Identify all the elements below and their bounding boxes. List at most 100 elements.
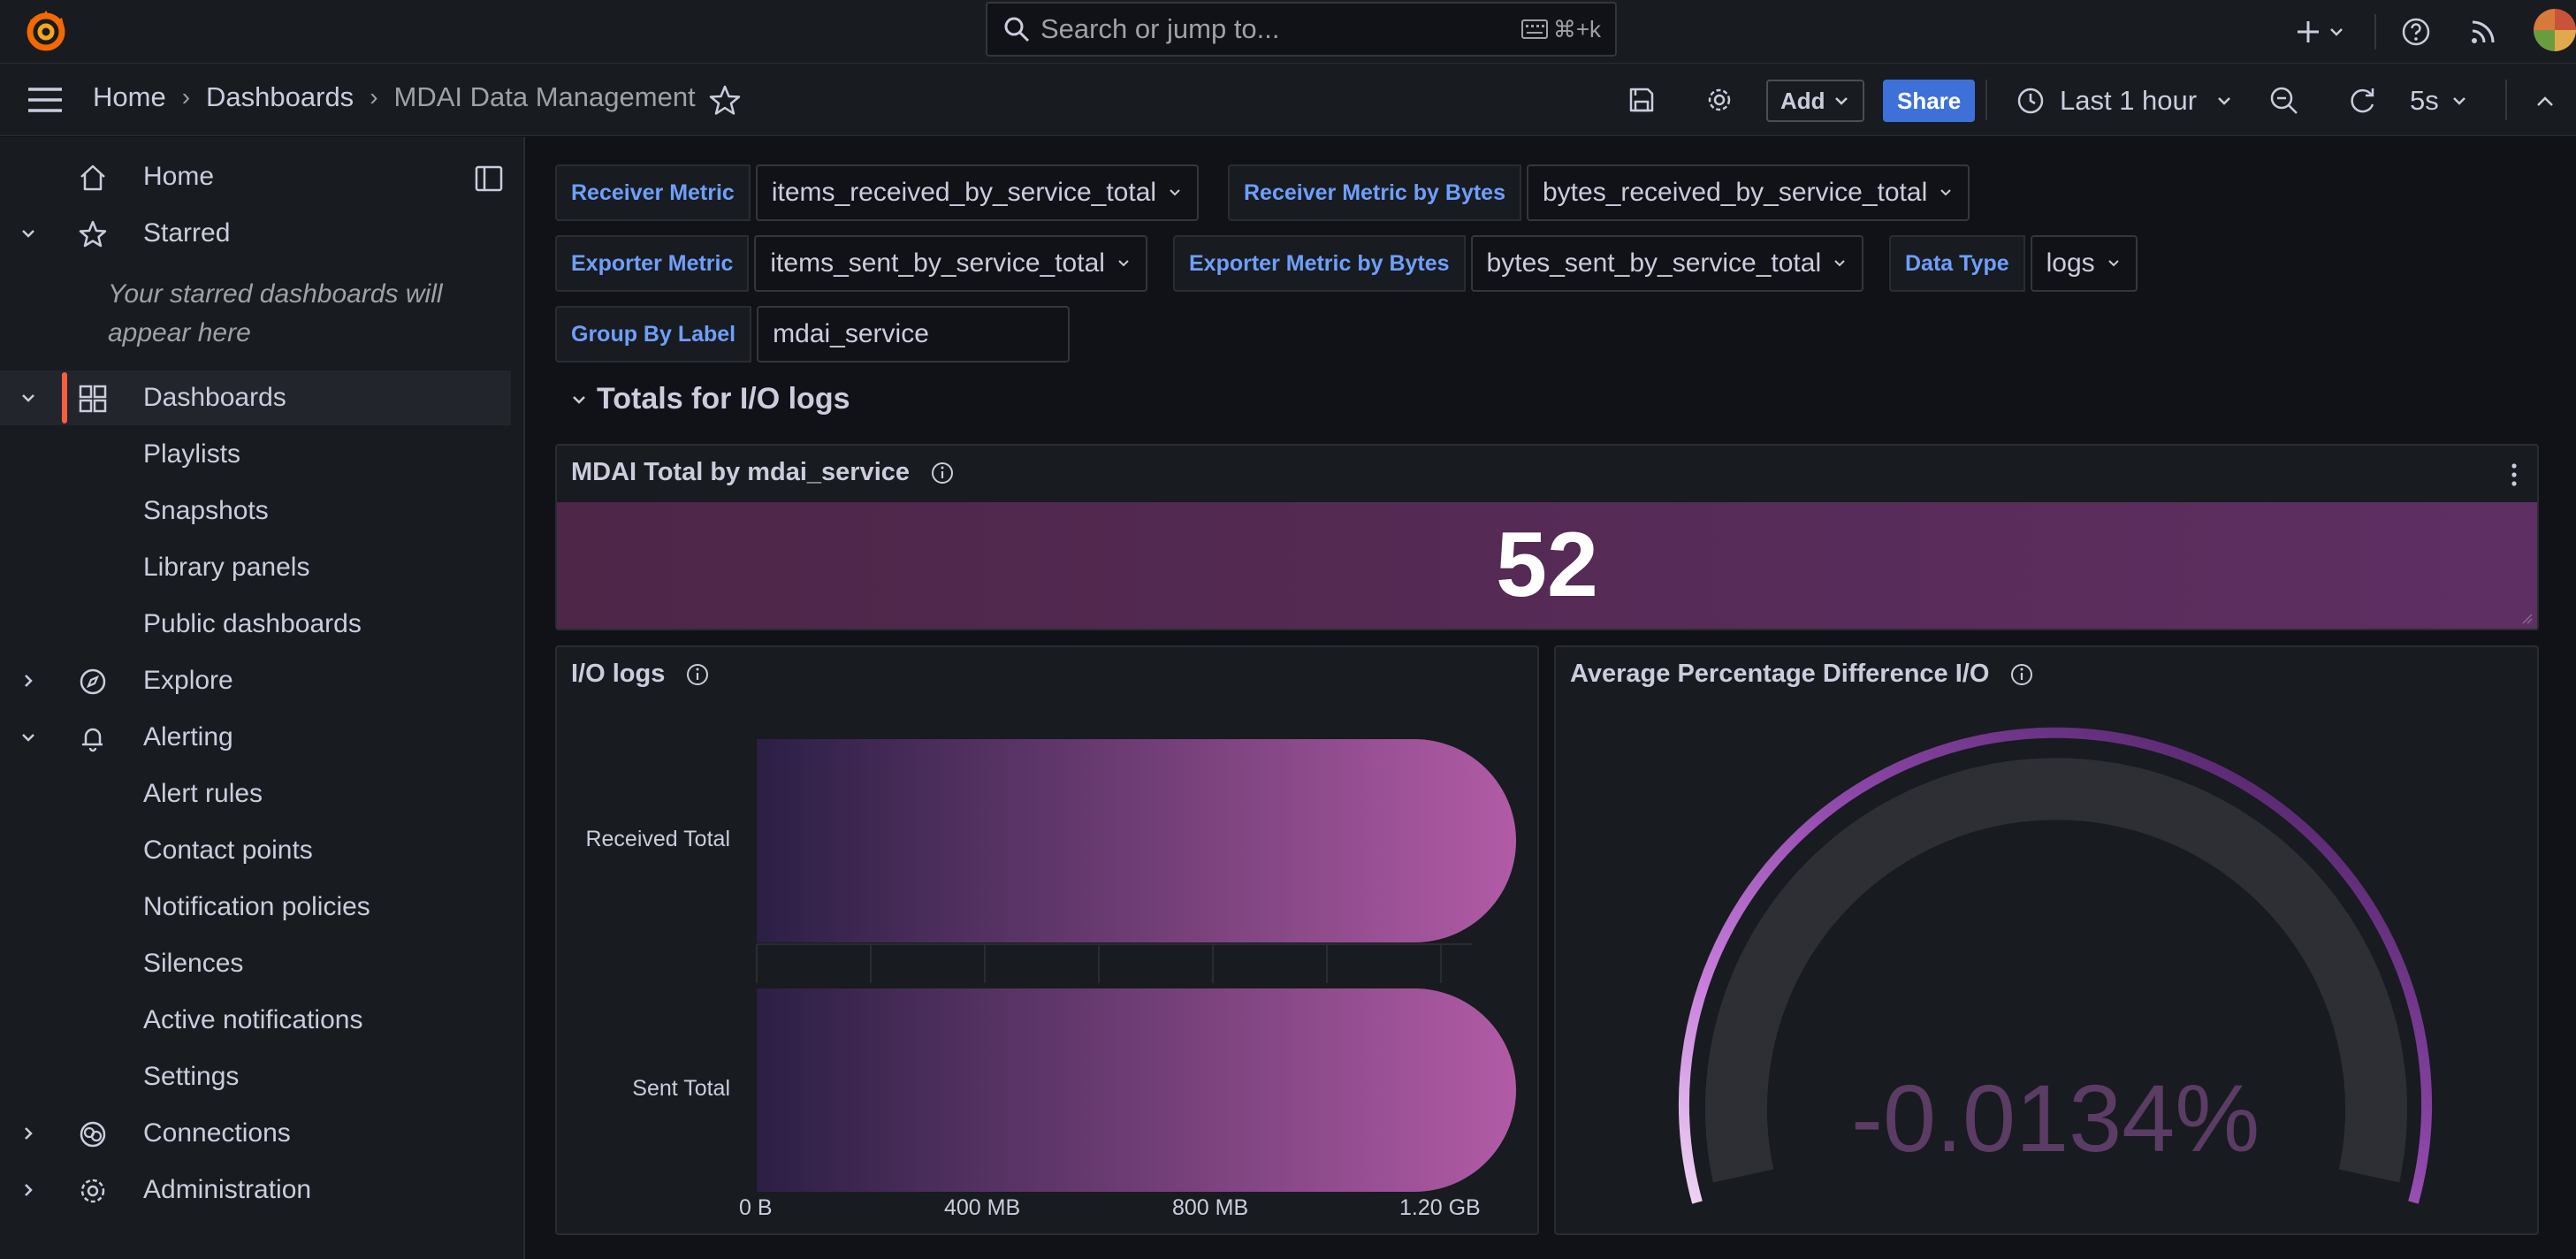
help-button[interactable] [2401, 9, 2431, 55]
sidebar-item-silences[interactable]: Silences [0, 936, 511, 991]
sidebar-item-label: Alerting [143, 722, 233, 752]
sidebar-item-label: Contact points [143, 836, 313, 865]
menu-icon[interactable] [27, 85, 64, 115]
sidebar-item-explore[interactable]: Explore [0, 653, 511, 708]
zoom-out-icon[interactable] [2268, 85, 2300, 117]
sidebar-item-label: Public dashboards [143, 609, 362, 638]
refresh-interval-label: 5s [2410, 85, 2439, 116]
info-icon[interactable] [684, 661, 711, 688]
connections-icon [80, 1121, 106, 1148]
chevron-down-icon [2218, 97, 2230, 105]
bell-icon [81, 728, 103, 752]
search-shortcut: ⌘+k [1520, 15, 1601, 43]
panel-menu-icon[interactable] [2504, 462, 2525, 488]
row-header[interactable]: Totals for I/O logs [570, 382, 850, 416]
variable-group-by-label: Group By Label mdai_service [555, 306, 1071, 362]
search-input[interactable]: Search or jump to... ⌘+k [986, 2, 1617, 57]
breadcrumb-dashboards[interactable]: Dashboards [206, 81, 354, 113]
sidebar-item-notification-policies[interactable]: Notification policies [0, 880, 511, 935]
bar-category-label: Received Total [585, 827, 730, 851]
sidebar-item-alerting[interactable]: Alerting [0, 710, 511, 765]
time-range-picker[interactable]: Last 1 hour [2016, 80, 2234, 122]
help-icon [2402, 18, 2430, 46]
bar-received-total[interactable] [757, 739, 1516, 942]
variable-select[interactable]: logs [2030, 235, 2138, 292]
chevron-down-icon [1834, 260, 1845, 267]
time-range-label: Last 1 hour [2060, 85, 2198, 116]
sidebar-item-administration[interactable]: Administration [0, 1163, 511, 1217]
chevron-down-icon [1834, 97, 1848, 105]
variable-value: bytes_received_by_service_total [1542, 178, 1928, 207]
chevron-up-icon[interactable] [2534, 90, 2557, 113]
variable-label: Exporter Metric [555, 235, 750, 292]
panel-title-text: Average Percentage Difference I/O [1570, 660, 1990, 688]
sidebar-item-label: Home [143, 162, 215, 191]
variable-exporter-metric: Exporter Metric items_sent_by_service_to… [555, 235, 1147, 292]
refresh-icon[interactable] [2346, 85, 2378, 117]
sidebar-item-home[interactable]: Home [0, 149, 511, 204]
sidebar-item-label: Starred [143, 218, 231, 248]
sidebar-item-starred[interactable]: Starred [0, 206, 511, 261]
search-shortcut-text: ⌘+k [1552, 15, 1601, 42]
chevron-down-icon[interactable] [18, 223, 39, 244]
gauge-value-number: -0.0134 [1851, 1064, 2176, 1171]
new-menu-button[interactable] [2295, 9, 2346, 55]
chevron-right-icon[interactable] [18, 1123, 39, 1144]
sidebar-item-public-dashboards[interactable]: Public dashboards [0, 597, 511, 652]
breadcrumb-home[interactable]: Home [93, 81, 166, 113]
star-icon[interactable] [707, 83, 743, 118]
variable-select[interactable]: items_received_by_service_total [755, 164, 1200, 221]
share-button[interactable]: Share [1883, 80, 1976, 122]
sidebar-item-label: Snapshots [143, 496, 269, 525]
starred-note-line: Your starred dashboards will [108, 279, 443, 309]
sidebar-item-library-panels[interactable]: Library panels [0, 540, 511, 595]
variable-select[interactable]: items_sent_by_service_total [754, 235, 1147, 292]
info-icon[interactable] [2008, 661, 2035, 688]
nav-bar: Home › Dashboards › MDAI Data Management… [0, 64, 2576, 136]
avatar[interactable] [2534, 9, 2576, 51]
bar-sent-total[interactable] [757, 988, 1516, 1192]
variable-text-input[interactable]: mdai_service [757, 306, 1071, 362]
variable-label: Group By Label [555, 306, 752, 362]
sidebar-item-playlists[interactable]: Playlists [0, 427, 511, 482]
add-button[interactable]: Add [1766, 80, 1864, 122]
apps-icon [79, 385, 107, 413]
sidebar-item-label: Explore [143, 666, 233, 695]
row-title: Totals for I/O logs [597, 382, 850, 416]
chevron-right-icon[interactable] [18, 1179, 39, 1201]
grafana-logo-icon[interactable] [23, 9, 69, 55]
bar-category-label: Sent Total [632, 1076, 730, 1101]
gear-icon[interactable] [1704, 85, 1734, 115]
chevron-right-icon[interactable] [18, 670, 39, 691]
sidebar-item-contact-points[interactable]: Contact points [0, 823, 511, 878]
info-icon[interactable] [929, 460, 956, 486]
panel-title-text: I/O logs [571, 660, 666, 688]
sidebar-item-active-notifications[interactable]: Active notifications [0, 993, 511, 1048]
variable-select[interactable]: bytes_sent_by_service_total [1470, 235, 1864, 292]
chevron-down-icon[interactable] [18, 727, 39, 748]
save-icon[interactable] [1627, 85, 1657, 115]
sidebar-item-alert-rules[interactable]: Alert rules [0, 767, 511, 821]
home-icon [80, 164, 105, 191]
sidebar-item-dashboards[interactable]: Dashboards [0, 370, 511, 425]
chevron-down-icon[interactable] [18, 387, 39, 408]
variable-value: items_received_by_service_total [771, 178, 1157, 207]
sidebar-item-connections[interactable]: Connections [0, 1106, 511, 1161]
sidebar-item-label: Active notifications [143, 1005, 363, 1034]
refresh-interval-picker[interactable]: 5s [2410, 80, 2469, 122]
sidebar-item-label: Administration [143, 1175, 312, 1204]
keyboard-icon [1520, 19, 1548, 39]
chevron-down-icon [2107, 260, 2119, 267]
gauge-value-unit: % [2175, 1064, 2260, 1171]
sidebar-item-snapshots[interactable]: Snapshots [0, 484, 511, 538]
x-tick-label: 1.20 GB [1399, 1195, 1481, 1220]
sidebar-item-settings[interactable]: Settings [0, 1049, 511, 1104]
variable-value: bytes_sent_by_service_total [1486, 248, 1822, 278]
variable-select[interactable]: bytes_received_by_service_total [1526, 164, 1970, 221]
variable-label: Data Type [1889, 235, 2025, 292]
news-button[interactable] [2470, 9, 2496, 55]
divider [2505, 80, 2507, 120]
resize-handle-icon[interactable] [2521, 613, 2534, 625]
panel-title: MDAI Total by mdai_service [571, 458, 956, 487]
x-tick-label: 400 MB [944, 1195, 1021, 1220]
